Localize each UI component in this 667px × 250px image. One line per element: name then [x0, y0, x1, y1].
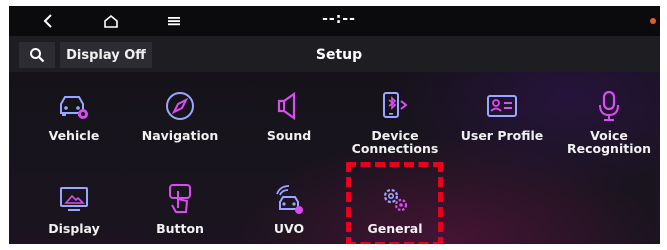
speaker-icon — [271, 88, 307, 124]
menu-item-label: Display — [48, 221, 100, 236]
menu-item-label: Vehicle — [48, 128, 100, 143]
general-highlight-box — [346, 162, 443, 244]
setup-screen: --:-- Display Off Setup Vehicle Navigati… — [9, 6, 660, 244]
chevron-left-icon — [43, 14, 52, 28]
back-button[interactable] — [37, 11, 59, 31]
menu-item-voice-recognition[interactable]: Voice Recognition — [556, 88, 660, 158]
microphone-icon — [591, 88, 627, 124]
menu-item-uvo[interactable]: UVO — [236, 181, 342, 244]
home-button[interactable] — [100, 11, 122, 31]
top-status-bar: --:-- — [9, 6, 660, 36]
menu-item-sound[interactable]: Sound — [236, 88, 342, 158]
menu-item-label: UVO — [273, 221, 305, 236]
menu-item-label: User Profile — [460, 128, 544, 143]
menu-item-label: Button — [156, 221, 204, 236]
menu-item-label: Device Connections — [351, 128, 439, 156]
compass-icon — [162, 88, 198, 124]
menu-item-label: Navigation — [141, 128, 219, 143]
menu-item-device-connections[interactable]: Device Connections — [342, 88, 448, 158]
display-off-button[interactable]: Display Off — [60, 42, 152, 68]
clock: --:-- — [322, 11, 356, 27]
status-indicator-icon — [650, 18, 656, 24]
search-icon — [30, 48, 45, 63]
id-card-icon — [484, 88, 520, 124]
monitor-icon — [56, 181, 92, 217]
menu-item-label: Voice Recognition — [567, 128, 651, 156]
menu-item-navigation[interactable]: Navigation — [127, 88, 233, 158]
menu-icon — [168, 17, 180, 26]
search-button[interactable] — [19, 42, 55, 68]
car-settings-icon — [56, 88, 92, 124]
menu-item-vehicle[interactable]: Vehicle — [21, 88, 127, 158]
touch-button-icon — [162, 181, 198, 217]
page-title: Setup — [315, 47, 363, 63]
home-icon — [104, 14, 118, 28]
menu-item-user-profile[interactable]: User Profile — [449, 88, 555, 158]
menu-item-button[interactable]: Button — [127, 181, 233, 244]
connected-car-icon — [271, 181, 307, 217]
menu-button[interactable] — [163, 11, 185, 31]
menu-item-label: Sound — [266, 128, 312, 143]
phone-bluetooth-icon — [377, 88, 413, 124]
menu-item-display[interactable]: Display — [21, 181, 127, 244]
